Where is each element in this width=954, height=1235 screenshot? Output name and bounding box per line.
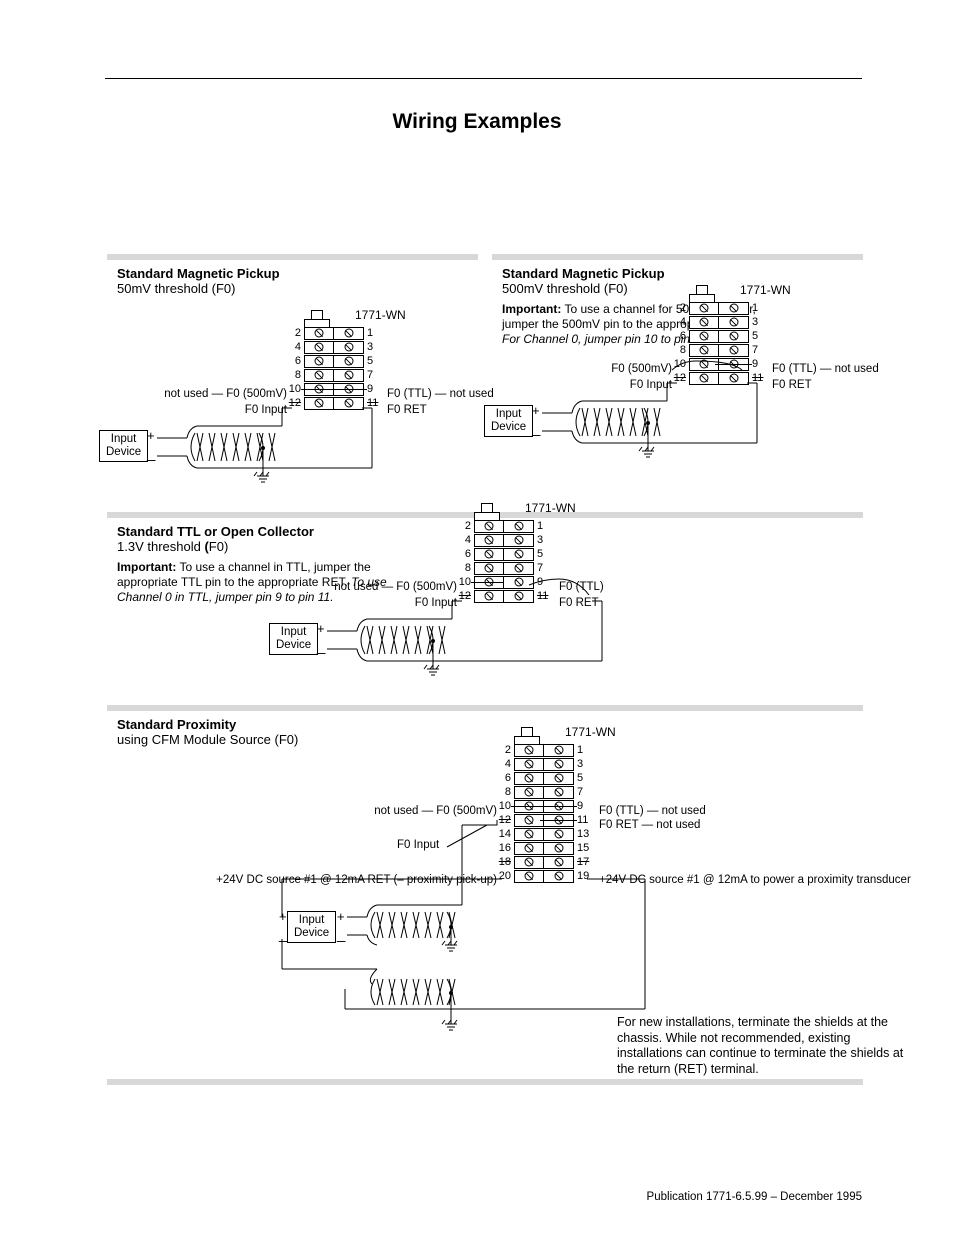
minus-icon: _ [532,420,540,437]
page-title: Wiring Examples [55,110,899,134]
connector-label: 1771-WN [355,308,406,322]
pin-num: 3 [364,341,385,353]
pin-num: 7 [534,562,555,574]
pin-num: 17 [574,856,595,868]
pin-num: 1 [574,744,595,756]
pin-num: 9 [574,800,595,812]
section-title: Standard Magnetic Pickup [117,266,478,281]
pin-num: 2 [457,520,474,532]
section-bar [107,254,478,260]
pin-num: 11 [574,814,595,826]
pin-num: 5 [749,330,770,342]
pin-num: 3 [534,534,555,546]
pin-num: 4 [457,534,474,546]
shields-note: For new installations, terminate the shi… [617,1015,917,1078]
pin-num: 1 [364,327,385,339]
section-bar [107,705,863,711]
section-magpick-500mv: Standard Magnetic Pickup 500mV threshold… [492,244,863,502]
page: Wiring Examples Standard Magnetic Pickup… [0,0,954,1235]
terminal-block: 21 43 65 87 109 1211 [672,285,770,385]
diagram-ttl: 21 43 65 87 109 1211 1771-WN not used — … [107,495,863,695]
section-bar [107,1079,863,1085]
pin-num: 3 [574,758,595,770]
pin-num: 9 [364,383,385,395]
section-bar [492,254,863,260]
section-magpick-50mv: Standard Magnetic Pickup 50mV threshold … [107,244,478,502]
connector-label: 1771-WN [525,501,576,515]
bottom-bar-wrap [107,1079,863,1085]
pin-num: 6 [497,772,514,784]
label-pin9: F0 (TTL) — not used [772,363,879,375]
minus-icon: _ [317,638,325,655]
row-1: Standard Magnetic Pickup 50mV threshold … [107,244,863,502]
pin-num: 2 [672,302,689,314]
label-pin11: F0 RET — not used [599,819,700,831]
shielded-cable-lower-icon [267,879,657,1039]
input-device-box: InputDevice [269,623,318,655]
pin-num: 4 [287,341,304,353]
pin-num: 13 [574,828,595,840]
plus-icon: + [147,428,155,443]
minus-icon: _ [147,445,155,462]
pin-num: 5 [534,548,555,560]
pin-num: 4 [497,758,514,770]
pin-num: 7 [574,786,595,798]
pin-num: 7 [749,344,770,356]
pin-num: 2 [497,744,514,756]
connector-label: 1771-WN [740,283,791,297]
label-pin9: F0 (TTL) — not used [387,388,494,400]
terminal-block: 21 43 65 87 109 1211 [457,503,555,603]
diagram-magpick-500mv: 21 43 65 87 109 1211 1771-WN F0 (500mV) … [492,277,863,477]
shielded-cable-icon [327,591,617,671]
label-pin11: F0 RET [772,379,812,391]
pin-num: 15 [574,842,595,854]
pin-num: 7 [364,369,385,381]
shielded-cable-icon [542,373,772,453]
section-subtitle: 50mV threshold (F0) [117,281,478,296]
input-device-box: InputDevice [484,405,533,437]
diagram-magpick-50mv: 21 43 65 87 109 1211 1771-WN not used — … [107,302,478,502]
plus-icon: + [532,403,540,418]
pin-num: 5 [364,355,385,367]
section-ttl: Standard TTL or Open Collector 1.3V thre… [107,512,863,695]
pin-num: 8 [457,562,474,574]
pin-num: 9 [749,358,770,370]
pin-num: 8 [497,786,514,798]
plus-icon: + [317,621,325,636]
pin-num: 2 [287,327,304,339]
shielded-cable-icon [157,398,387,478]
pin-num: 6 [457,548,474,560]
pin-num: 6 [672,330,689,342]
section-proximity: Standard Proximity using CFM Module Sour… [107,705,863,1069]
label-pin11: F0 RET [387,404,427,416]
pin-num: 3 [749,316,770,328]
label-pin9: F0 (TTL) — not used [599,805,706,817]
pin-num: 8 [672,344,689,356]
input-device-box: InputDevice [99,430,148,462]
pin-num: 5 [574,772,595,784]
pin-num: 1 [534,520,555,532]
terminal-block: 21 43 65 87 109 1211 [287,310,385,410]
pin-num: 4 [672,316,689,328]
header-rule [105,78,862,79]
pin-num: 6 [287,355,304,367]
pin-num: 1 [749,302,770,314]
publication-line: Publication 1771-6.5.99 – December 1995 [647,1191,862,1203]
connector-label: 1771-WN [565,725,616,739]
pin-num: 8 [287,369,304,381]
